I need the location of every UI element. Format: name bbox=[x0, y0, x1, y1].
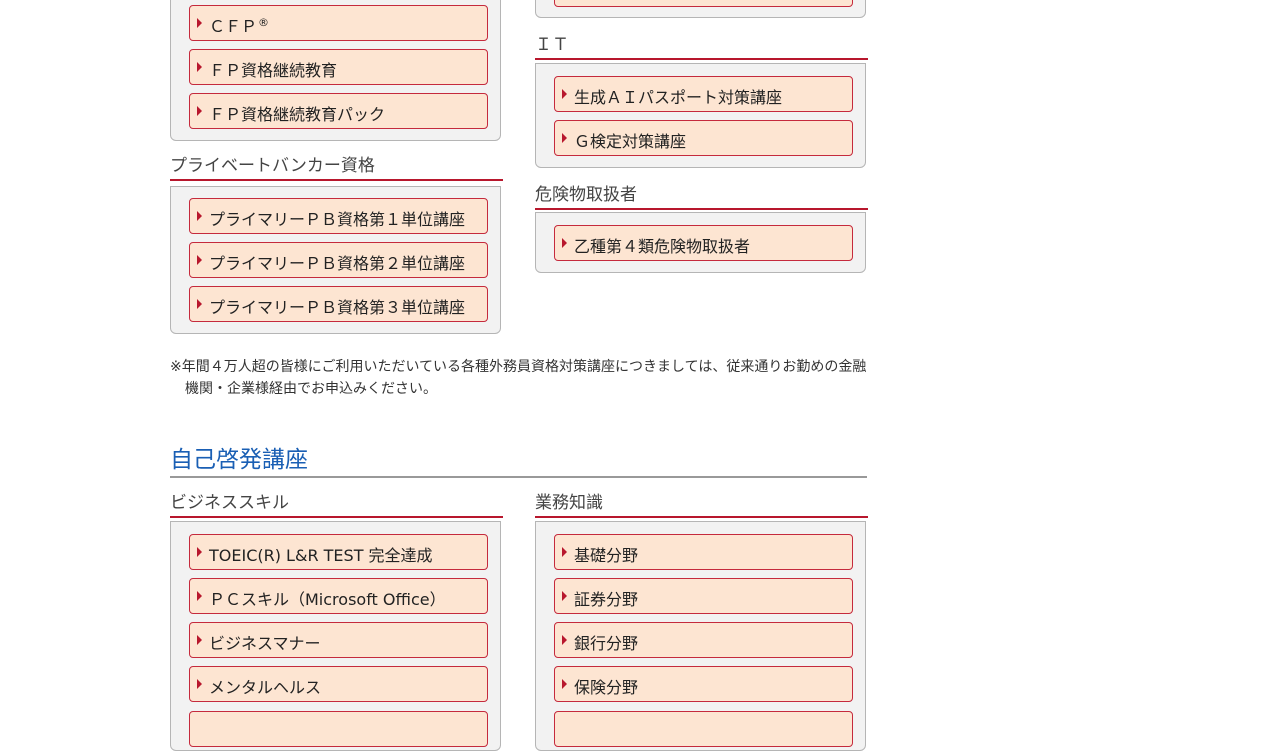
cfp-panel: ＣＦＰ® ＦＰ資格継続教育 ＦＰ資格継続教育パック bbox=[170, 0, 501, 141]
insurance-field-label: 保険分野 bbox=[574, 678, 639, 697]
arrow-right-icon bbox=[197, 106, 202, 116]
business-knowledge-heading: 業務知識 bbox=[535, 490, 868, 518]
arrow-right-icon bbox=[197, 255, 202, 265]
pc-skill-label: ＰＣスキル（Microsoft Office） bbox=[209, 590, 446, 609]
section-title: 自己啓発講座 bbox=[170, 447, 308, 473]
arrow-right-icon bbox=[197, 299, 202, 309]
cfp-course-link[interactable]: ＣＦＰ® bbox=[189, 5, 488, 41]
primary-pb-unit2-link[interactable]: プライマリーＰＢ資格第２単位講座 bbox=[189, 242, 488, 278]
banking-field-label: 銀行分野 bbox=[574, 634, 639, 653]
private-banker-heading: プライベートバンカー資格 bbox=[170, 153, 503, 181]
business-knowledge-title: 業務知識 bbox=[535, 493, 603, 513]
arrow-right-icon bbox=[562, 89, 567, 99]
primary-pb-unit1-label: プライマリーＰＢ資格第１単位講座 bbox=[209, 210, 466, 229]
g-kentei-label: Ｇ検定対策講座 bbox=[574, 132, 687, 151]
business-manner-label: ビジネスマナー bbox=[209, 634, 321, 653]
hazmat-title: 危険物取扱者 bbox=[535, 185, 637, 205]
primary-pb-unit3-label: プライマリーＰＢ資格第３単位講座 bbox=[209, 298, 466, 317]
primary-pb-unit3-link[interactable]: プライマリーＰＢ資格第３単位講座 bbox=[189, 286, 488, 322]
arrow-right-icon bbox=[562, 679, 567, 689]
it-heading: ＩＴ bbox=[535, 32, 868, 60]
generative-ai-passport-link[interactable]: 生成ＡＩパスポート対策講座 bbox=[554, 76, 853, 112]
cropped-knowledge-link[interactable] bbox=[554, 711, 853, 747]
toeic-label: TOEIC(R) L&R TEST 完全達成 bbox=[209, 546, 433, 565]
generative-ai-passport-label: 生成ＡＩパスポート対策講座 bbox=[574, 88, 783, 107]
pc-skill-link[interactable]: ＰＣスキル（Microsoft Office） bbox=[189, 578, 488, 614]
registered-mark: ® bbox=[258, 15, 270, 29]
mental-health-label: メンタルヘルス bbox=[209, 678, 322, 697]
arrow-right-icon bbox=[197, 547, 202, 557]
business-skill-panel: TOEIC(R) L&R TEST 完全達成 ＰＣスキル（Microsoft O… bbox=[170, 521, 501, 751]
arrow-right-icon bbox=[197, 679, 202, 689]
arrow-right-icon bbox=[562, 635, 567, 645]
securities-field-label: 証券分野 bbox=[574, 590, 639, 609]
arrow-right-icon bbox=[197, 211, 202, 221]
arrow-right-icon bbox=[562, 591, 567, 601]
cropped-skill-link[interactable] bbox=[189, 711, 488, 747]
section-heading: 自己啓発講座 bbox=[170, 442, 867, 478]
arrow-right-icon bbox=[562, 133, 567, 143]
fp-continuing-education-pack-label: ＦＰ資格継続教育パック bbox=[209, 105, 386, 124]
mental-health-link[interactable]: メンタルヘルス bbox=[189, 666, 488, 702]
it-title: ＩＴ bbox=[535, 35, 569, 55]
hazmat-heading: 危険物取扱者 bbox=[535, 182, 868, 210]
arrow-right-icon bbox=[562, 238, 567, 248]
notice-text: ※年間４万人超の皆様にご利用いただいている各種外務員資格対策講座につきましては、… bbox=[170, 359, 867, 397]
basic-field-label: 基礎分野 bbox=[574, 546, 639, 565]
insurance-field-link[interactable]: 保険分野 bbox=[554, 666, 853, 702]
securities-field-link[interactable]: 証券分野 bbox=[554, 578, 853, 614]
business-skill-title: ビジネススキル bbox=[170, 493, 289, 513]
primary-pb-unit2-label: プライマリーＰＢ資格第２単位講座 bbox=[209, 254, 466, 273]
hazmat-class4-label: 乙種第４類危険物取扱者 bbox=[574, 237, 751, 256]
banking-field-link[interactable]: 銀行分野 bbox=[554, 622, 853, 658]
private-banker-title: プライベートバンカー資格 bbox=[170, 156, 375, 176]
cfp-course-label: ＣＦＰ bbox=[209, 17, 258, 36]
business-skill-heading: ビジネススキル bbox=[170, 490, 503, 518]
arrow-right-icon bbox=[197, 18, 202, 28]
business-knowledge-panel: 基礎分野 証券分野 銀行分野 保険分野 bbox=[535, 521, 866, 751]
cropped-course-link[interactable] bbox=[554, 0, 853, 7]
hazmat-panel: 乙種第４類危険物取扱者 bbox=[535, 212, 866, 273]
fp-continuing-education-pack-link[interactable]: ＦＰ資格継続教育パック bbox=[189, 93, 488, 129]
basic-field-link[interactable]: 基礎分野 bbox=[554, 534, 853, 570]
cropped-panel bbox=[535, 0, 866, 18]
arrow-right-icon bbox=[197, 62, 202, 72]
hazmat-class4-link[interactable]: 乙種第４類危険物取扱者 bbox=[554, 225, 853, 261]
it-panel: 生成ＡＩパスポート対策講座 Ｇ検定対策講座 bbox=[535, 63, 866, 168]
primary-pb-unit1-link[interactable]: プライマリーＰＢ資格第１単位講座 bbox=[189, 198, 488, 234]
g-kentei-link[interactable]: Ｇ検定対策講座 bbox=[554, 120, 853, 156]
toeic-link[interactable]: TOEIC(R) L&R TEST 完全達成 bbox=[189, 534, 488, 570]
arrow-right-icon bbox=[562, 547, 567, 557]
business-manner-link[interactable]: ビジネスマナー bbox=[189, 622, 488, 658]
fp-continuing-education-label: ＦＰ資格継続教育 bbox=[209, 61, 338, 80]
fp-continuing-education-link[interactable]: ＦＰ資格継続教育 bbox=[189, 49, 488, 85]
private-banker-panel: プライマリーＰＢ資格第１単位講座 プライマリーＰＢ資格第２単位講座 プライマリー… bbox=[170, 186, 501, 334]
arrow-right-icon bbox=[197, 591, 202, 601]
arrow-right-icon bbox=[197, 635, 202, 645]
